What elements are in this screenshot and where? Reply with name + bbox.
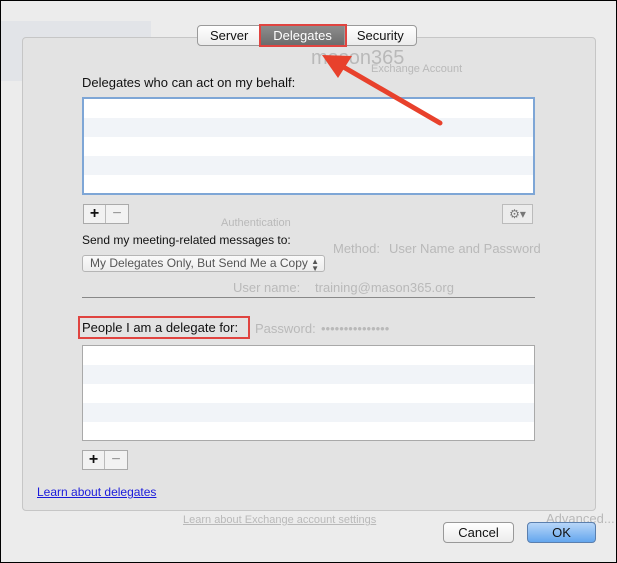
tab-security[interactable]: Security bbox=[345, 26, 416, 45]
bg-account-type: Exchange Account bbox=[371, 63, 463, 75]
bg-user-value: training@mason365.org bbox=[315, 280, 454, 295]
tab-delegates[interactable]: Delegates bbox=[259, 24, 347, 47]
learn-about-delegates-link[interactable]: Learn about delegates bbox=[37, 485, 156, 499]
tab-bar: Server Delegates Security bbox=[197, 24, 417, 47]
remove-delegate-button[interactable]: − bbox=[106, 205, 128, 223]
people-list[interactable] bbox=[82, 345, 535, 441]
gear-icon: ⚙▾ bbox=[509, 207, 526, 221]
separator bbox=[82, 297, 535, 298]
people-delegate-for-label: People I am a delegate for: bbox=[78, 316, 250, 339]
popup-value: My Delegates Only, But Send Me a Copy bbox=[90, 256, 308, 270]
delegates-add-remove: + − bbox=[83, 204, 129, 224]
add-delegate-button[interactable]: + bbox=[84, 205, 106, 223]
cancel-button[interactable]: Cancel bbox=[443, 522, 514, 543]
delegates-label: Delegates who can act on my behalf: bbox=[82, 75, 296, 90]
people-add-remove: + − bbox=[82, 450, 128, 470]
send-messages-popup[interactable]: My Delegates Only, But Send Me a Copy ▲ ▼ bbox=[82, 255, 325, 273]
bg-authentication: Authentication bbox=[221, 217, 291, 229]
bg-password-label: Password: bbox=[255, 321, 316, 336]
ok-button[interactable]: OK bbox=[527, 522, 596, 543]
tab-server[interactable]: Server bbox=[198, 26, 262, 45]
add-person-button[interactable]: + bbox=[83, 451, 105, 469]
send-messages-label: Send my meeting-related messages to: bbox=[82, 233, 291, 247]
bg-method-label: Method: bbox=[333, 241, 380, 256]
bg-learn-exchange: Learn about Exchange account settings bbox=[183, 514, 377, 526]
bg-method-value: User Name and Password bbox=[389, 241, 541, 256]
gear-menu-button[interactable]: ⚙▾ bbox=[502, 204, 533, 224]
bg-password-value: ••••••••••••••• bbox=[321, 321, 390, 336]
remove-person-button[interactable]: − bbox=[105, 451, 127, 469]
delegates-list[interactable] bbox=[82, 97, 535, 195]
updown-arrows-icon: ▲ ▼ bbox=[311, 257, 319, 273]
bg-user-label: User name: bbox=[233, 280, 301, 295]
